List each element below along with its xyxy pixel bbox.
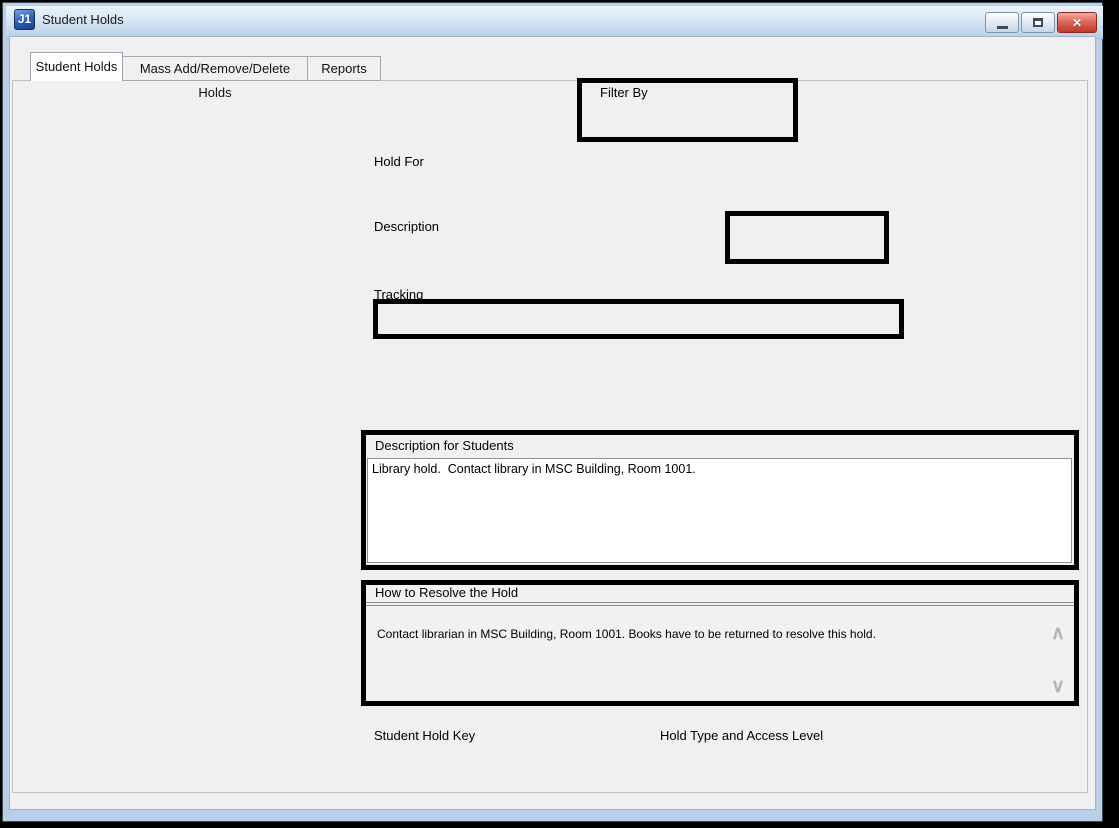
window-title: Student Holds: [42, 12, 124, 27]
maximize-icon: [1033, 18, 1043, 27]
how-to-resolve-text: Contact librarian in MSC Building, Room …: [377, 627, 1027, 641]
minimize-button[interactable]: [985, 12, 1019, 33]
tab-reports[interactable]: Reports: [308, 56, 381, 81]
title-bar: [6, 6, 1103, 39]
tab-mass-add-remove-delete[interactable]: Mass Add/Remove/Delete Holds: [123, 56, 308, 81]
maximize-button[interactable]: [1021, 12, 1055, 33]
scroll-down-icon[interactable]: ∨: [1051, 677, 1065, 696]
close-icon: ✕: [1072, 16, 1082, 30]
scroll-up-icon[interactable]: ∧: [1051, 624, 1065, 643]
tab-student-holds[interactable]: Student Holds: [30, 52, 123, 81]
resolve-divider: [366, 602, 1074, 606]
app-logo-icon: J1: [14, 9, 35, 30]
hold-type-legend: Hold Type and Access Level: [657, 728, 826, 743]
description-for-students-textarea[interactable]: Library hold. Contact library in MSC Bui…: [367, 458, 1072, 563]
close-button[interactable]: ✕: [1057, 12, 1097, 33]
filter-by-legend: Filter By: [597, 85, 651, 100]
minimize-icon: [997, 26, 1008, 29]
description-for-students-legend: Description for Students: [372, 438, 517, 453]
how-to-resolve-legend: How to Resolve the Hold: [372, 585, 521, 600]
tracking-legend: Tracking: [371, 287, 426, 302]
student-hold-key-legend: Student Hold Key: [371, 728, 478, 743]
hold-for-legend: Hold For: [371, 154, 427, 169]
screenshot-stage: J1 Student Holds ✕ Student Holds Mass Ad…: [0, 0, 1119, 828]
description-legend: Description: [371, 219, 442, 234]
